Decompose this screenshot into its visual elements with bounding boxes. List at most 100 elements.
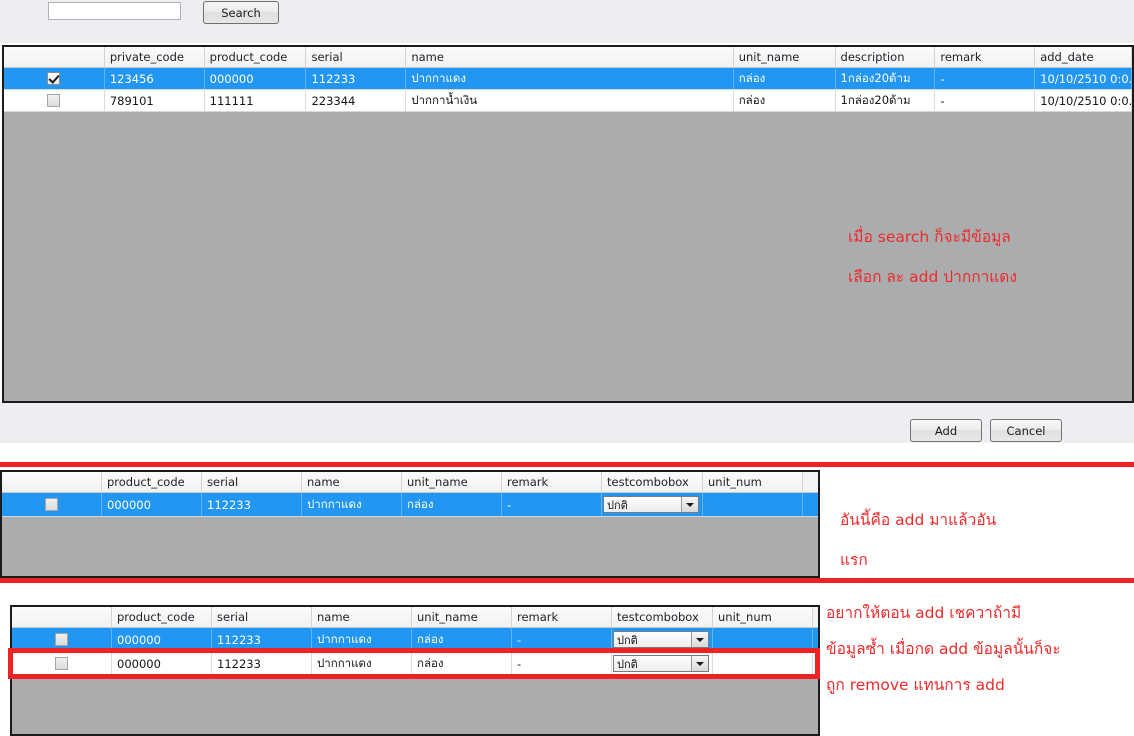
column-header-private_code[interactable]: private_code [104, 47, 205, 67]
row-checkbox-cell[interactable] [12, 652, 112, 675]
column-header-testcombobox[interactable]: testcombobox [602, 472, 703, 492]
annotation-bottom-line3: ถูก remove แทนการ add [826, 676, 1005, 694]
cell-description: 1กล่อง20ด้าม [836, 90, 936, 111]
search-toolbar: Search [0, 0, 1134, 43]
column-header-serial[interactable]: serial [306, 47, 407, 67]
column-header-description[interactable]: description [835, 47, 936, 67]
chevron-down-icon[interactable] [691, 656, 708, 671]
column-header-product_code[interactable]: product_code [204, 47, 307, 67]
column-header-unit_num[interactable]: unit_num [713, 607, 813, 627]
cell-unit_name: กล่อง [412, 628, 512, 651]
result-grid-header: private_code product_code serial name unit_n… [4, 47, 1132, 68]
column-header-product_code[interactable]: product_code [102, 472, 202, 492]
row-checkbox-cell[interactable] [2, 493, 102, 516]
column-header-select[interactable] [12, 607, 112, 627]
table-row[interactable]: 123456 000000 112233 ปากกาแดง กล่อง 1กล่อง20ด… [4, 68, 1132, 90]
cell-add_date: 10/10/2510 0:0... [1035, 90, 1132, 111]
cart-grid-body[interactable]: 000000 112233 ปากกาแดง กล่อง - ปกติ [2, 493, 818, 517]
annotation-middle-line1: อันนี้คือ add มาแล้วอัน [840, 511, 997, 529]
cell-serial: 112233 [212, 652, 312, 675]
column-header-unit_num[interactable]: unit_num [703, 472, 803, 492]
column-header-unit_name[interactable]: unit_name [412, 607, 512, 627]
column-header-name[interactable]: name [406, 47, 734, 67]
column-header-product_code[interactable]: product_code [112, 607, 212, 627]
row-checkbox-cell[interactable] [12, 628, 112, 651]
testcombobox-value: ปกติ [614, 632, 691, 647]
cell-unit_name: กล่อง [734, 68, 836, 89]
cell-product_code: 000000 [205, 68, 307, 89]
cancel-button[interactable]: Cancel [990, 419, 1062, 442]
search-button[interactable]: Search [203, 1, 279, 24]
action-button-bar: Add Cancel [0, 403, 1134, 443]
cell-remark: - [935, 68, 1036, 89]
cell-unit_num [713, 628, 813, 651]
search-input[interactable] [48, 2, 181, 20]
column-header-unit_name[interactable]: unit_name [402, 472, 502, 492]
spacer-1 [0, 443, 1134, 462]
duplicate-grid[interactable]: product_code serial name unit_name remark tes… [10, 605, 820, 736]
column-header-name[interactable]: name [302, 472, 402, 492]
table-row[interactable]: 000000 112233 ปากกาแดง กล่อง - ปกติ [12, 628, 818, 652]
cart-grid-header: product_code serial name unit_name remark tes… [2, 472, 818, 493]
row-checkbox-cell[interactable] [4, 68, 105, 89]
column-header-remark[interactable]: remark [512, 607, 612, 627]
checkbox-icon[interactable] [45, 498, 58, 511]
cell-serial: 112233 [202, 493, 302, 516]
table-row[interactable]: 000000 112233 ปากกาแดง กล่อง - ปกติ [2, 493, 818, 517]
chevron-down-icon[interactable] [681, 497, 698, 512]
cell-description: 1กล่อง20ด้าม [836, 68, 936, 89]
cell-product_code: 000000 [102, 493, 202, 516]
cell-remark: - [502, 493, 602, 516]
column-header-add_date[interactable]: add_date [1035, 47, 1132, 67]
cell-remark: - [512, 652, 612, 675]
column-header-remark[interactable]: remark [502, 472, 602, 492]
cell-serial: 112233 [306, 68, 407, 89]
testcombobox-select[interactable]: ปกติ [613, 631, 709, 648]
testcombobox-value: ปกติ [604, 497, 681, 512]
cell-name: ปากกาแดง [312, 628, 412, 651]
cell-private_code: 123456 [105, 68, 205, 89]
cell-name: ปากกาแดง [302, 493, 402, 516]
row-checkbox-cell[interactable] [4, 90, 105, 111]
checkbox-icon[interactable] [47, 72, 61, 85]
table-row[interactable]: 789101 111111 223344 ปากกาน้ำเงิน กล่อง 1กล่อ… [4, 90, 1132, 112]
result-grid-body[interactable]: 123456 000000 112233 ปากกาแดง กล่อง 1กล่อง20ด… [4, 68, 1132, 112]
cell-unit_name: กล่อง [734, 90, 836, 111]
checkbox-icon[interactable] [47, 94, 61, 107]
cart-grid[interactable]: product_code serial name unit_name remark tes… [0, 470, 820, 578]
cell-product_code: 111111 [205, 90, 307, 111]
annotation-middle-line2: แรก [840, 551, 868, 569]
cell-unit_name: กล่อง [412, 652, 512, 675]
cell-testcombobox[interactable]: ปกติ [602, 493, 703, 516]
column-header-select[interactable] [2, 472, 102, 492]
cell-serial: 112233 [212, 628, 312, 651]
table-row[interactable]: 000000 112233 ปากกาแดง กล่อง - ปกติ [12, 652, 818, 676]
cell-name: ปากกาแดง [406, 68, 734, 89]
cell-product_code: 000000 [112, 652, 212, 675]
testcombobox-value: ปกติ [614, 656, 691, 671]
cell-private_code: 789101 [105, 90, 205, 111]
column-header-remark[interactable]: remark [935, 47, 1036, 67]
checkbox-icon[interactable] [55, 633, 68, 646]
annotation-top-line1: เมื่อ search ก็จะมีข้อมูล [848, 228, 1011, 246]
column-header-unit_name[interactable]: unit_name [733, 47, 836, 67]
chevron-down-icon[interactable] [691, 632, 708, 647]
duplicate-grid-body[interactable]: 000000 112233 ปากกาแดง กล่อง - ปกติ 000000 1122… [12, 628, 818, 676]
cell-unit_name: กล่อง [402, 493, 502, 516]
app-window: Search private_code product_code serial nam… [0, 0, 1134, 736]
column-header-testcombobox[interactable]: testcombobox [612, 607, 713, 627]
cell-testcombobox[interactable]: ปกติ [612, 628, 713, 651]
cell-product_code: 000000 [112, 628, 212, 651]
add-button[interactable]: Add [910, 419, 982, 442]
column-header-select[interactable] [4, 47, 105, 67]
cell-unit_num [713, 652, 813, 675]
checkbox-icon[interactable] [55, 657, 68, 670]
column-header-serial[interactable]: serial [212, 607, 312, 627]
testcombobox-select[interactable]: ปกติ [603, 496, 699, 513]
cell-name: ปากกาน้ำเงิน [406, 90, 734, 111]
cell-testcombobox[interactable]: ปกติ [612, 652, 713, 675]
column-header-serial[interactable]: serial [202, 472, 302, 492]
cell-remark: - [512, 628, 612, 651]
column-header-name[interactable]: name [312, 607, 412, 627]
testcombobox-select[interactable]: ปกติ [613, 655, 709, 672]
